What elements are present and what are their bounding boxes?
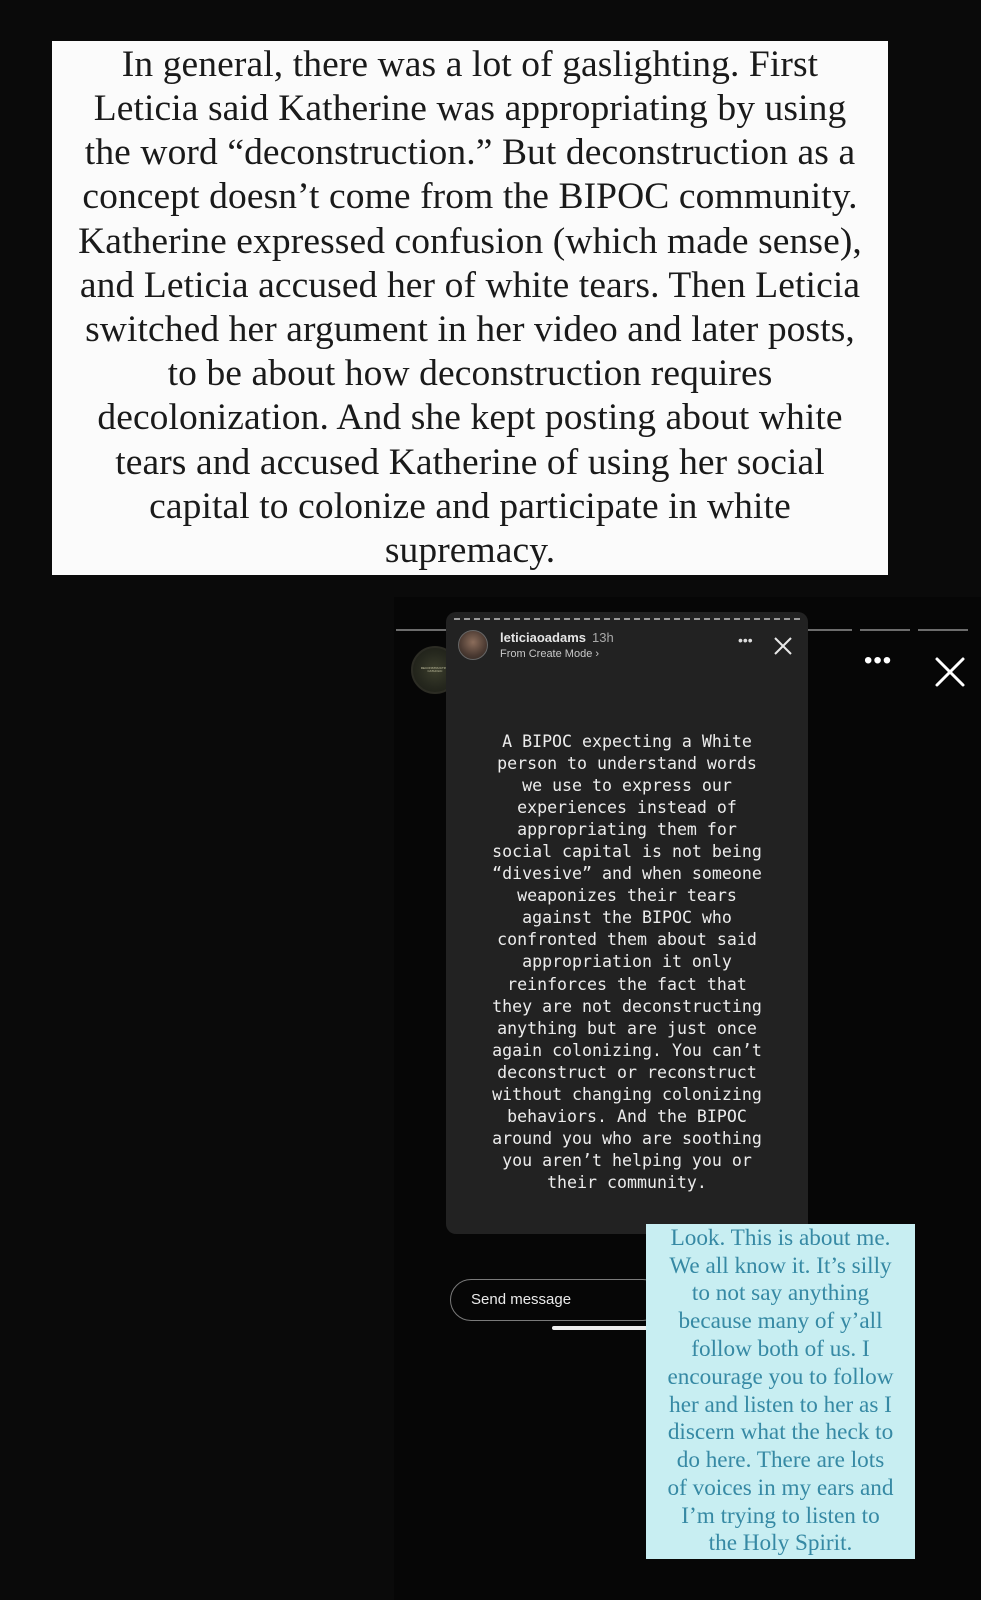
progress-segment (860, 629, 910, 631)
progress-segment (918, 629, 968, 631)
more-options-icon[interactable]: ••• (864, 647, 892, 675)
quote-text-card: In general, there was a lot of gaslighti… (52, 41, 888, 575)
shared-story-text: A BIPOC expecting a White person to unde… (492, 732, 762, 1192)
shared-story-time: 13h (592, 630, 614, 645)
progress-segment (396, 629, 446, 631)
shared-profile-avatar[interactable] (458, 630, 488, 660)
shared-username-label[interactable]: leticiaoadams (500, 630, 586, 645)
shared-close-icon[interactable] (773, 636, 793, 656)
shared-more-options-icon[interactable]: ••• (738, 632, 753, 648)
shared-story-username[interactable]: leticiaoadams 13h (500, 630, 614, 645)
close-icon[interactable] (933, 655, 967, 689)
inner-progress-bar (454, 618, 800, 620)
progress-segment (802, 629, 852, 631)
response-text-card: Look. This is about me. We all know it. … (646, 1224, 915, 1559)
shared-story-subtitle[interactable]: From Create Mode › (500, 648, 599, 660)
shared-story-card[interactable]: leticiaoadams 13h From Create Mode › ••• … (446, 612, 808, 1234)
quote-text: In general, there was a lot of gaslighti… (78, 43, 862, 572)
send-message-input[interactable]: Send message (450, 1279, 664, 1321)
response-text: Look. This is about me. We all know it. … (667, 1224, 894, 1557)
